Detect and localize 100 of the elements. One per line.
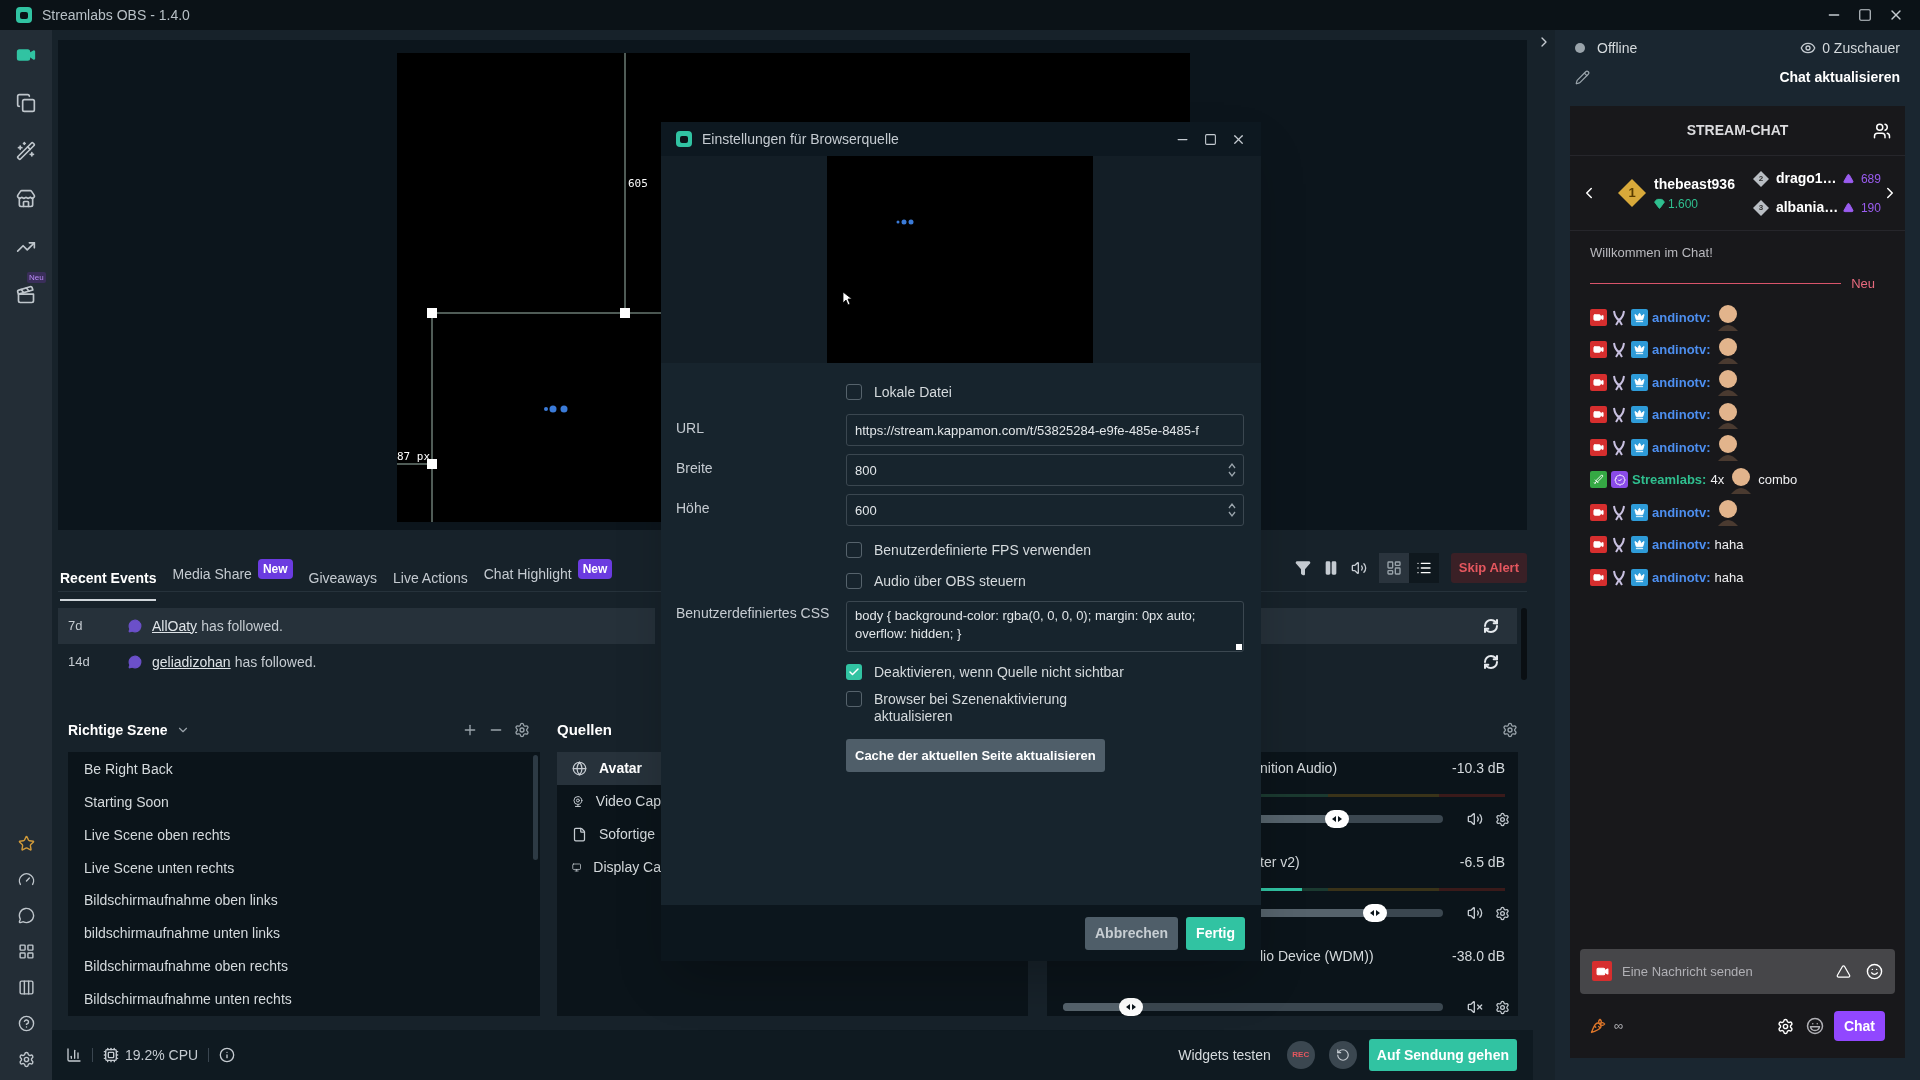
number-field[interactable]: 800	[846, 454, 1244, 486]
spinner-icon[interactable]	[1228, 462, 1236, 478]
source-item[interactable]: Sofortige	[557, 818, 661, 851]
file-icon	[572, 827, 587, 842]
events-tab[interactable]: Recent Events	[60, 568, 157, 601]
columns-icon[interactable]	[17, 978, 35, 996]
chat-username: andinotv:	[1652, 536, 1711, 554]
scene-item[interactable]: Live Scene unten rechts	[68, 851, 533, 885]
star-icon[interactable]	[17, 834, 35, 852]
settings-icon[interactable]	[1495, 999, 1510, 1015]
leader-name: thebeast936	[1654, 174, 1735, 194]
smiley-icon[interactable]	[1866, 963, 1883, 980]
filter-icon[interactable]	[1294, 560, 1311, 576]
css-textarea[interactable]: body { background-color: rgba(0, 0, 0, 0); margin: 0px auto; overflow: hidden; }	[846, 601, 1244, 652]
events-tab[interactable]: Media Share	[172, 563, 252, 597]
checkbox[interactable]	[846, 691, 862, 707]
audio-source-name: nition Audio)	[1260, 758, 1338, 778]
chat-bubble-icon[interactable]	[17, 906, 35, 924]
new-badge: Neu	[27, 272, 46, 283]
refresh-chat-link[interactable]: Chat aktualisieren	[1779, 66, 1900, 88]
events-tab[interactable]: Giveaways	[308, 568, 378, 601]
globe-icon	[572, 761, 587, 776]
settings-icon[interactable]	[17, 1050, 35, 1068]
settings-icon[interactable]	[1495, 811, 1510, 827]
username-link[interactable]: geliadizohan	[152, 651, 231, 673]
skip-alert-button[interactable]: Skip Alert	[1450, 553, 1527, 583]
slider-thumb[interactable]	[1119, 998, 1144, 1016]
emote-picker-icon[interactable]	[1805, 1017, 1824, 1035]
rank-badge: 1	[1618, 179, 1646, 207]
antlers-badge-icon	[1611, 308, 1627, 326]
events-tab[interactable]: Live Actions	[393, 568, 468, 601]
scene-dropdown[interactable]: Richtige Szene	[68, 719, 190, 741]
replay-button[interactable]	[1328, 1041, 1357, 1069]
scene-item[interactable]: bildschirmaufnahme unten links	[68, 917, 533, 951]
settings-icon[interactable]	[1495, 905, 1510, 921]
checkbox[interactable]	[846, 573, 862, 589]
event-row[interactable]: 14d geliadizohan has followed.	[58, 644, 655, 680]
checkbox[interactable]	[846, 384, 862, 400]
video-camera-badge	[1590, 341, 1607, 359]
help-icon[interactable]	[17, 1014, 35, 1032]
edit-icon[interactable]	[1575, 69, 1590, 85]
follow-icon	[128, 655, 142, 669]
clapperboard-icon[interactable]	[15, 284, 37, 306]
video-camera-badge	[1590, 373, 1607, 391]
card-view-icon	[1385, 560, 1402, 576]
antlers-badge-icon	[1611, 406, 1627, 424]
url-field[interactable]: https://stream.kappamon.com/t/53825284-e9fe-485e-8485-f	[846, 414, 1244, 446]
volume-slider[interactable]	[1063, 998, 1443, 1016]
scene-item[interactable]: Live Scene oben rechts	[68, 818, 533, 852]
checkbox[interactable]	[846, 542, 862, 558]
video-camera-badge	[1590, 503, 1607, 521]
scene-item[interactable]: Be Right Back	[68, 753, 533, 786]
settings-icon[interactable]	[514, 722, 530, 738]
replay-icon	[1335, 1048, 1350, 1062]
card-view-button[interactable]	[1378, 553, 1409, 583]
leader-name: albania…	[1775, 198, 1836, 217]
bits-icon[interactable]	[1836, 964, 1851, 979]
scene-item[interactable]: Bildschirmaufnahme oben links	[68, 884, 533, 918]
magic-wand-icon[interactable]	[15, 140, 37, 162]
guide-label: 87 px	[397, 449, 431, 465]
gauge-icon[interactable]	[17, 870, 35, 888]
stream-status: Offline	[1597, 38, 1638, 58]
scene-item[interactable]: Starting Soon	[68, 785, 533, 819]
settings-icon[interactable]	[1502, 722, 1518, 738]
users-icon[interactable]	[1873, 121, 1891, 140]
refresh-cache-button[interactable]: Cache der aktuellen Seite aktualisieren	[846, 739, 1105, 772]
scene-item[interactable]: Bildschirmaufnahme oben rechts	[68, 950, 533, 984]
refresh-icon[interactable]	[1483, 618, 1499, 634]
muted-speaker-icon[interactable]	[1467, 999, 1483, 1015]
refresh-icon[interactable]	[1483, 654, 1499, 670]
copy-icon[interactable]	[15, 92, 37, 114]
speaker-icon[interactable]	[1467, 905, 1483, 921]
chat-send-button[interactable]: Chat	[1833, 1011, 1885, 1041]
cancel-button[interactable]: Abbrechen	[1085, 916, 1179, 950]
source-item[interactable]: Video Cap	[557, 785, 661, 818]
slider-thumb[interactable]	[1324, 810, 1349, 828]
store-icon[interactable]	[15, 188, 37, 210]
checkbox[interactable]	[846, 664, 862, 680]
dialog-title: Einstellungen für Browserquelle	[702, 129, 899, 149]
source-item[interactable]: Display Ca	[557, 851, 661, 884]
maximize-icon[interactable]	[1858, 8, 1872, 22]
events-tab[interactable]: Chat Highlight	[483, 563, 572, 597]
volume-icon[interactable]	[1350, 560, 1367, 576]
maximize-icon[interactable]	[1204, 132, 1217, 146]
username-link[interactable]: AllOaty	[152, 615, 198, 637]
source-item[interactable]: Avatar	[557, 752, 661, 785]
list-view-button[interactable]	[1408, 553, 1439, 583]
slider-thumb[interactable]	[1362, 904, 1387, 922]
add-icon[interactable]	[462, 722, 478, 738]
leader-score: 1.600	[1668, 195, 1699, 213]
speaker-icon[interactable]	[1467, 811, 1483, 827]
settings-icon[interactable]	[1776, 1017, 1794, 1035]
grid-icon[interactable]	[17, 942, 35, 960]
field-label: Breite	[675, 459, 714, 478]
welcome-message: Willkommen im Chat!	[1590, 244, 1714, 262]
scene-item[interactable]: Bildschirmaufnahme unten rechts	[68, 983, 533, 1016]
event-row[interactable]: 7d AllOaty has followed.	[58, 608, 655, 644]
spinner-icon[interactable]	[1228, 502, 1236, 518]
number-field[interactable]: 600	[846, 494, 1244, 526]
message-input[interactable]: Eine Nachricht senden	[1580, 949, 1895, 994]
